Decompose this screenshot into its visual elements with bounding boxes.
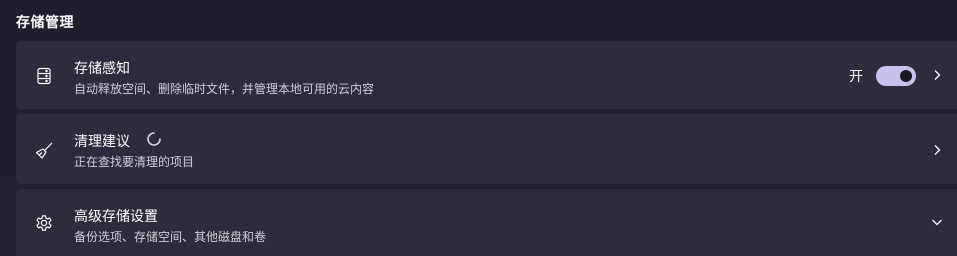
- chevron-right-icon[interactable]: [931, 144, 943, 156]
- chevron-right-icon[interactable]: [931, 69, 943, 81]
- cleanup-recommendations-card[interactable]: 清理建议 正在查找要清理的项目: [16, 114, 957, 184]
- chevron-down-icon[interactable]: [931, 216, 943, 228]
- broom-icon: [34, 141, 54, 161]
- gear-icon: [34, 213, 54, 233]
- storage-sense-title: 存储感知: [74, 61, 130, 77]
- cleanup-recommendations-description: 正在查找要清理的项目: [74, 155, 195, 169]
- storage-sense-card[interactable]: 存储感知 自动释放空间、删除临时文件，并管理本地可用的云内容 开: [16, 41, 957, 109]
- storage-drive-icon: [34, 66, 54, 86]
- toggle-knob: [900, 70, 912, 82]
- advanced-storage-settings-title: 高级存储设置: [74, 209, 158, 225]
- section-title: 存储管理: [16, 15, 74, 31]
- storage-sense-description: 自动释放空间、删除临时文件，并管理本地可用的云内容: [74, 82, 375, 96]
- storage-sense-toggle-label: 开: [849, 69, 863, 85]
- advanced-storage-settings-card[interactable]: 高级存储设置 备份选项、存储空间、其他磁盘和卷: [16, 189, 957, 256]
- storage-sense-toggle[interactable]: [876, 66, 916, 86]
- cleanup-recommendations-title: 清理建议: [74, 134, 130, 150]
- advanced-storage-settings-description: 备份选项、存储空间、其他磁盘和卷: [74, 230, 267, 244]
- loading-spinner-icon: [146, 131, 162, 147]
